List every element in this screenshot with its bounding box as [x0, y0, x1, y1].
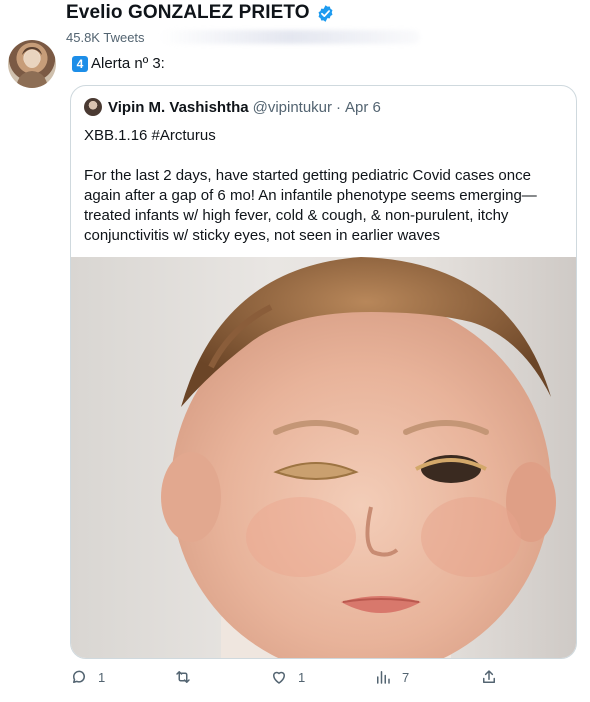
views-button[interactable]: 7	[374, 668, 480, 686]
quoted-author-name[interactable]: Vipin M. Vashishtha	[108, 99, 249, 116]
quoted-author-handle[interactable]: @vipintukur	[253, 99, 332, 116]
child-photo-illustration	[161, 257, 556, 658]
tweet-text: 4 Alerta nº 3:	[72, 55, 165, 72]
quoted-photo[interactable]	[71, 257, 576, 658]
reply-icon	[72, 670, 85, 683]
name-row: Evelio GONZALEZ PRIETO	[66, 2, 335, 24]
tweet-actions: 1 1 7	[70, 668, 500, 686]
blurred-ui-strip	[160, 30, 420, 44]
share-button[interactable]	[480, 668, 498, 686]
heart-icon	[273, 671, 285, 684]
quoted-tweet-card[interactable]: Vipin M. Vashishtha @vipintukur · Apr 6 …	[70, 85, 577, 659]
views-count: 7	[402, 669, 410, 685]
quoted-date[interactable]: Apr 6	[345, 99, 381, 116]
reply-count: 1	[98, 669, 106, 685]
quoted-line-1: XBB.1.16 #Arcturus	[84, 127, 216, 144]
tweet-text-body: Alerta nº 3:	[91, 55, 165, 72]
avatar-figure-icon	[16, 47, 48, 88]
views-icon	[377, 671, 390, 684]
keycap-emoji: 4	[72, 55, 88, 72]
quoted-tweet-header: Vipin M. Vashishtha @vipintukur · Apr 6	[71, 86, 576, 116]
separator-dot: ·	[336, 98, 342, 116]
reply-button[interactable]: 1	[70, 668, 174, 686]
retweet-icon	[176, 671, 190, 683]
quoted-tweet-body: XBB.1.16 #Arcturus For the last 2 days, …	[71, 116, 576, 246]
display-name[interactable]: Evelio GONZALEZ PRIETO	[66, 2, 310, 24]
like-count: 1	[298, 669, 306, 685]
retweet-button[interactable]	[174, 668, 270, 686]
avatar[interactable]	[8, 40, 56, 88]
quoted-avatar[interactable]	[84, 98, 102, 116]
verified-badge-icon	[318, 4, 333, 22]
quoted-line-2: For the last 2 days, have started gettin…	[84, 167, 537, 244]
like-button[interactable]: 1	[270, 668, 374, 686]
share-icon	[483, 670, 495, 683]
